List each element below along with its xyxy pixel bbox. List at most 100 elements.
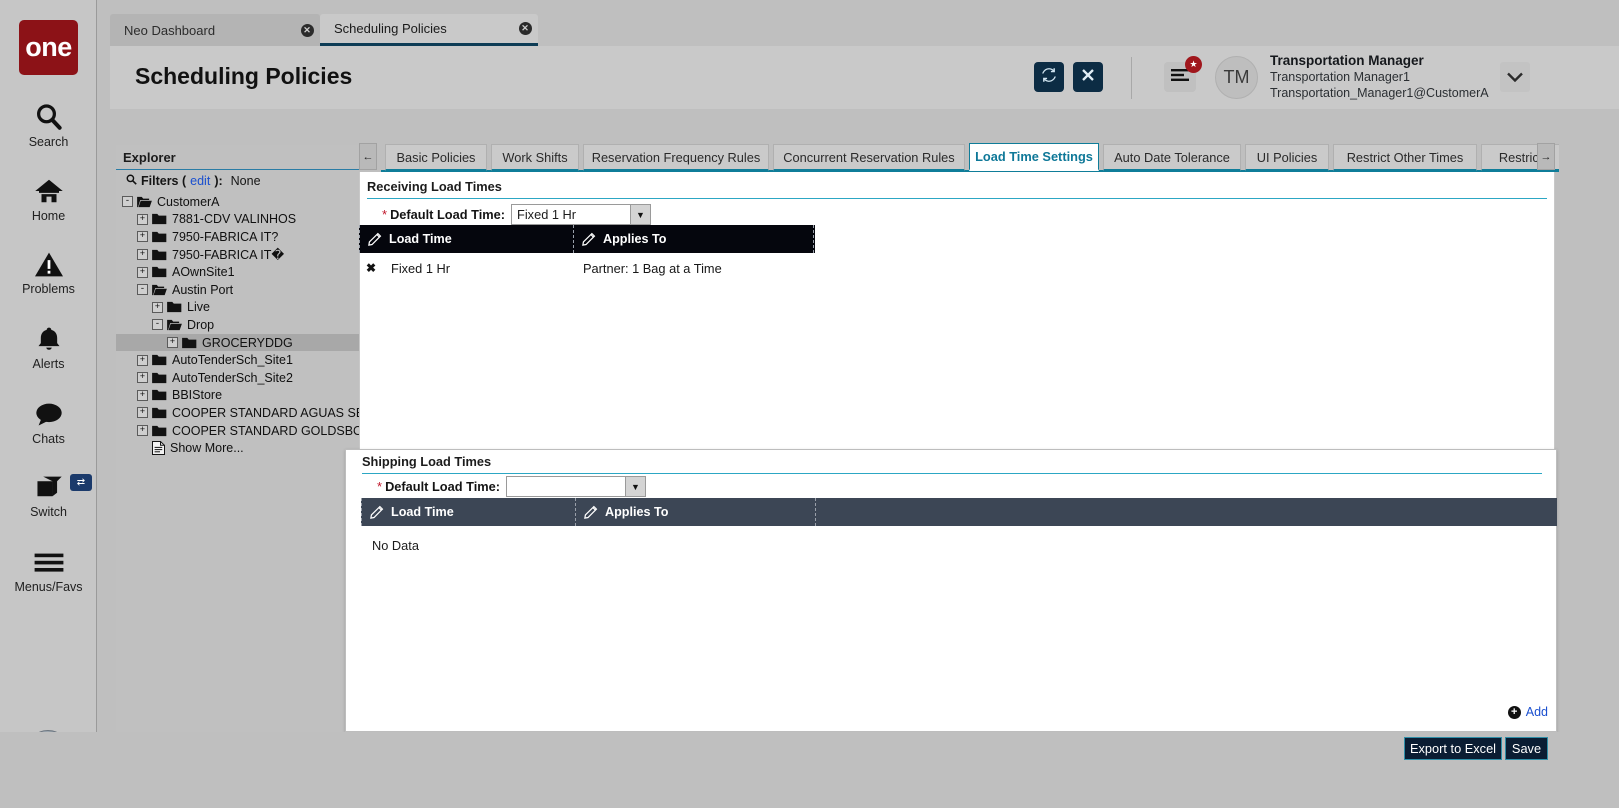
tree-expand-icon[interactable]: +	[167, 337, 178, 349]
shipping-default-load-time-select[interactable]: ▼	[506, 476, 647, 497]
tree-node[interactable]: + BBIStore	[116, 387, 359, 405]
rail-item-chats[interactable]: Chats	[0, 397, 97, 446]
tab-label: Restrict Other Times	[1346, 149, 1464, 165]
tab-basic-policies[interactable]: Basic Policies	[385, 144, 487, 171]
receiving-default-load-time-select[interactable]: Fixed 1 Hr ▼	[511, 204, 652, 225]
rail-label-menus-favs: Menus/Favs	[14, 580, 83, 594]
shipping-add-button[interactable]: + Add	[1507, 705, 1548, 719]
tree-node[interactable]: +7881-CDV VALINHOS	[116, 211, 359, 229]
tree-node[interactable]: + AOwnSite1	[116, 263, 359, 281]
user-menu-chevron-down-icon[interactable]	[1500, 62, 1530, 92]
document-tab-label: Scheduling Policies	[334, 21, 447, 36]
tab-reservation-frequency-rules[interactable]: Reservation Frequency Rules	[583, 144, 769, 171]
tab-scroll-right-button[interactable]: →	[1537, 143, 1555, 170]
tree-expand-icon[interactable]: +	[137, 389, 148, 401]
close-x-icon	[1081, 68, 1095, 87]
tree-node[interactable]: + AutoTenderSch_Site1	[116, 351, 359, 369]
receiving-default-load-time-label: Default Load Time:	[390, 207, 506, 222]
tree-node[interactable]: Show More...	[116, 439, 359, 457]
tree-node-label: AOwnSite1	[172, 265, 235, 280]
tree-node-label: Show More...	[170, 441, 244, 456]
rail-item-home[interactable]: Home	[0, 174, 97, 223]
tab-ui-policies[interactable]: UI Policies	[1245, 144, 1329, 171]
folder-icon	[152, 266, 167, 278]
table-row[interactable]: ✖ Fixed 1 Hr Partner: 1 Bag at a Time	[359, 255, 815, 281]
edit-pencil-icon	[582, 232, 596, 246]
tree-node[interactable]: - Drop	[116, 316, 359, 334]
tab-restrict-other-times[interactable]: Restrict Other Times	[1333, 144, 1477, 171]
required-marker: *	[382, 207, 388, 222]
tree-collapse-icon[interactable]: -	[122, 196, 133, 208]
tree-node-label: AutoTenderSch_Site1	[172, 353, 293, 368]
tree-node[interactable]: + AutoTenderSch_Site2	[116, 369, 359, 387]
cell-applies-to: Partner: 1 Bag at a Time	[583, 260, 722, 276]
explorer-tree[interactable]: - CustomerA +7881-CDV VALINHOS +7950-FABRIC…	[116, 193, 359, 808]
folder-icon	[152, 425, 167, 437]
tree-expand-icon[interactable]: +	[137, 266, 148, 278]
filters-edit-link[interactable]: edit	[190, 174, 210, 188]
receiving-column-load-time[interactable]: Load Time	[359, 225, 573, 253]
tree-node[interactable]: - Austin Port	[116, 281, 359, 299]
tree-node[interactable]: - CustomerA	[116, 193, 359, 211]
folder-icon	[182, 337, 197, 349]
chevron-down-icon[interactable]: ▼	[630, 205, 651, 224]
close-page-button[interactable]	[1073, 62, 1103, 92]
rail-item-menus-favs[interactable]: Menus/Favs	[0, 545, 97, 594]
tree-expand-icon[interactable]: +	[137, 231, 148, 243]
tab-work-shifts[interactable]: Work Shifts	[491, 144, 579, 171]
receiving-header-spacer	[813, 225, 815, 253]
export-to-excel-button[interactable]: Export to Excel	[1404, 737, 1502, 760]
document-tab-neo-dashboard[interactable]: Neo Dashboard ✕	[110, 14, 320, 46]
tree-expand-icon[interactable]: +	[137, 354, 148, 366]
receiving-section-rule	[367, 198, 1547, 199]
document-tab-close-icon[interactable]: ✕	[512, 13, 538, 45]
tree-node-label: Austin Port	[172, 282, 234, 297]
tree-node[interactable]: + COOPER STANDARD AGUAS SEALING (:	[116, 404, 359, 422]
tree-expand-icon[interactable]: +	[137, 213, 148, 225]
tree-node-label: COOPER STANDARD AGUAS SEALING (:	[172, 405, 359, 420]
tree-expand-icon[interactable]: +	[137, 425, 148, 437]
tree-node[interactable]: + GROCERYDDG	[116, 333, 359, 352]
application-window: one Search Home Problems Alerts Chats Sw…	[0, 0, 1619, 808]
tab-label: Concurrent Reservation Rules	[783, 149, 955, 165]
tree-expand-icon[interactable]: +	[152, 301, 163, 313]
document-tab-scheduling-policies[interactable]: Scheduling Policies ✕	[320, 14, 538, 46]
plus-icon: +	[1507, 705, 1521, 719]
rail-item-alerts[interactable]: Alerts	[0, 322, 97, 371]
global-nav-rail: one Search Home Problems Alerts Chats Sw…	[0, 0, 97, 808]
tree-node[interactable]: +7950-FABRICA IT?	[116, 228, 359, 246]
rail-item-search[interactable]: Search	[0, 100, 97, 149]
chevron-down-icon[interactable]: ▼	[625, 477, 646, 496]
shipping-column-applies-to[interactable]: Applies To	[575, 498, 815, 526]
explorer-title-rule	[116, 169, 359, 170]
tab-scroll-left-button[interactable]: ←	[359, 143, 377, 170]
tab-concurrent-reservation-rules[interactable]: Concurrent Reservation Rules	[773, 144, 965, 171]
shipping-column-load-time[interactable]: Load Time	[361, 498, 575, 526]
tab-auto-date-tolerance[interactable]: Auto Date Tolerance	[1103, 144, 1241, 171]
receiving-column-applies-to[interactable]: Applies To	[573, 225, 813, 253]
tree-node[interactable]: + Live	[116, 299, 359, 317]
switch-org-badge[interactable]: ⇄	[70, 474, 92, 491]
tree-expand-icon[interactable]: +	[137, 249, 148, 261]
folder-icon	[152, 354, 167, 366]
tree-node[interactable]: +7950-FABRICA IT�	[116, 246, 359, 264]
tab-load-time-settings[interactable]: Load Time Settings	[969, 143, 1099, 171]
document-tab-close-icon[interactable]: ✕	[294, 14, 320, 46]
receiving-section-title: Receiving Load Times	[367, 179, 502, 194]
shipping-section-title: Shipping Load Times	[362, 454, 492, 469]
filters-label: Filters (	[141, 174, 187, 188]
user-avatar[interactable]: TM	[1215, 56, 1258, 99]
refresh-button[interactable]	[1034, 62, 1064, 92]
tree-node[interactable]: + COOPER STANDARD GOLDSBORO	[116, 422, 359, 440]
save-button[interactable]: Save	[1505, 737, 1548, 760]
rail-item-problems[interactable]: Problems	[0, 247, 97, 296]
tree-node-label: BBIStore	[172, 388, 223, 403]
receiving-column-label: Applies To	[603, 232, 667, 246]
tree-expand-icon[interactable]: +	[137, 372, 148, 384]
row-delete-icon[interactable]: ✖	[359, 261, 383, 275]
shipping-add-bar: + Add	[361, 703, 1557, 725]
tree-collapse-icon[interactable]: -	[137, 284, 148, 296]
tree-expand-icon[interactable]: +	[137, 407, 148, 419]
document-tab-label: Neo Dashboard	[124, 22, 216, 38]
tree-collapse-icon[interactable]: -	[152, 319, 163, 331]
